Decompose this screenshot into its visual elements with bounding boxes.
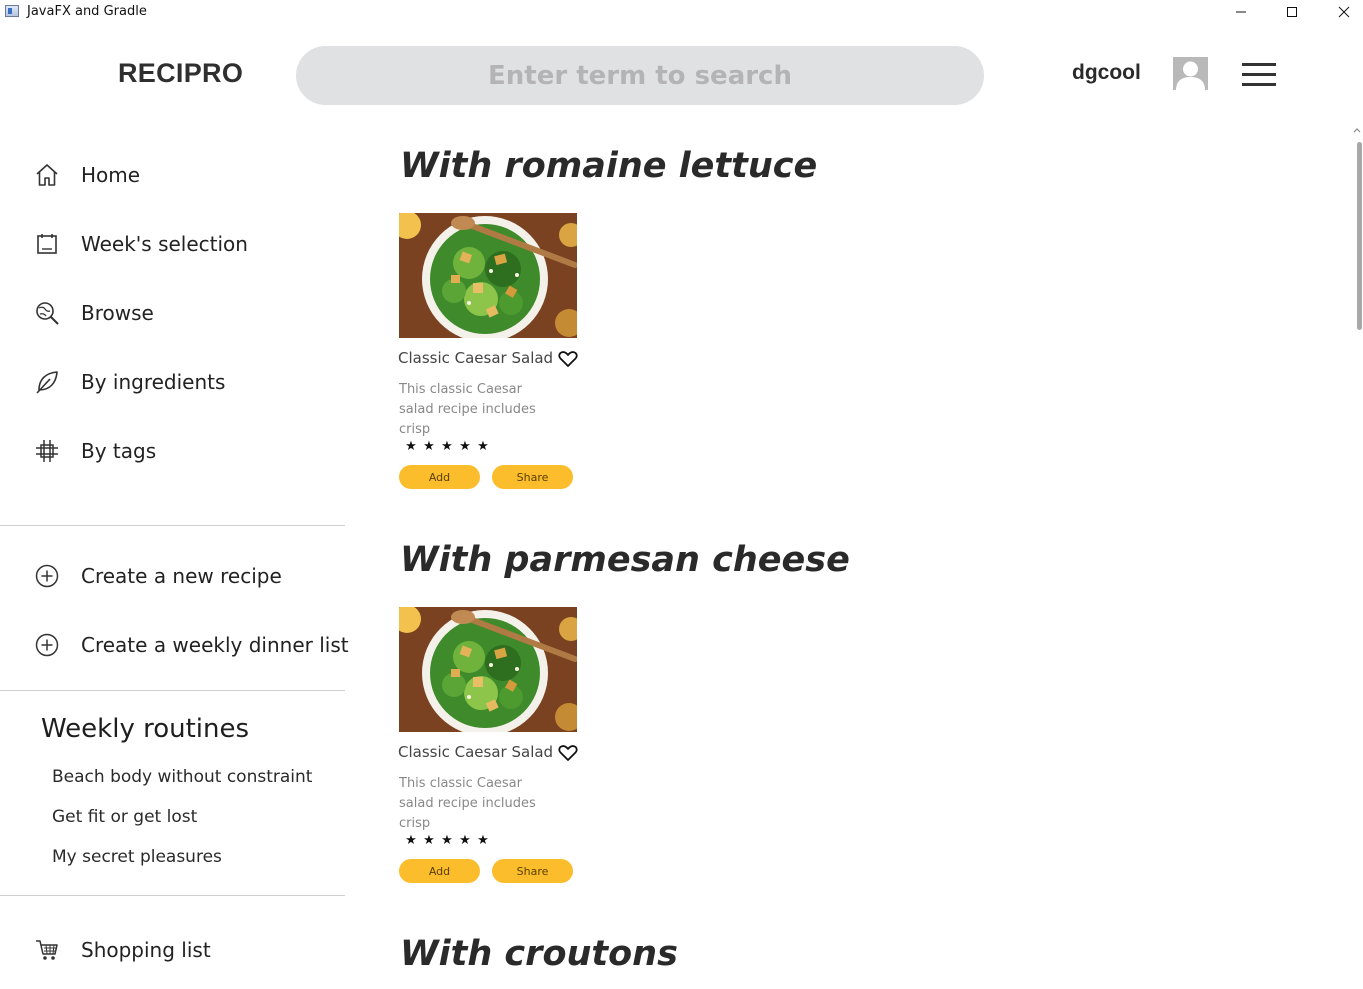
star-icon[interactable]: ★ (405, 833, 417, 846)
sidebar-item-label: Home (81, 163, 141, 187)
category-heading: With parmesan cheese (400, 540, 850, 580)
heart-icon (558, 351, 578, 367)
star-icon[interactable]: ★ (459, 439, 471, 452)
favorite-button[interactable] (558, 744, 578, 762)
hamburger-line (1242, 83, 1276, 86)
window-titlebar: JavaFX and Gradle (0, 0, 1363, 24)
sidebar-divider (0, 895, 345, 896)
browse-icon (33, 300, 60, 327)
plus-circle-icon (33, 563, 60, 590)
sidebar-item-weeks-selection[interactable]: Week's selection (33, 228, 248, 260)
close-icon (1338, 6, 1350, 18)
chevron-up-icon (1353, 128, 1361, 133)
category-heading: With croutons (400, 934, 678, 974)
sidebar-item-label: Create a weekly dinner list (81, 633, 349, 657)
sidebar-item-create-weekly-list[interactable]: Create a weekly dinner list (33, 629, 349, 661)
star-icon[interactable]: ★ (423, 833, 435, 846)
rating-stars[interactable]: ★ ★ ★ ★ ★ (405, 439, 489, 452)
scrollbar-thumb[interactable] (1357, 142, 1362, 330)
recipe-card[interactable]: Classic Caesar Salad This classic Caesar… (398, 213, 583, 493)
sidebar-item-by-ingredients[interactable]: By ingredients (33, 366, 225, 398)
star-icon[interactable]: ★ (405, 439, 417, 452)
sidebar-item-home[interactable]: Home (33, 159, 140, 191)
routine-item[interactable]: My secret pleasures (52, 847, 222, 867)
heart-icon (558, 745, 578, 761)
recipe-description: This classic Caesar salad recipe include… (399, 776, 536, 831)
sidebar-item-label: Week's selection (81, 232, 248, 256)
sidebar-divider (0, 690, 345, 691)
category-heading: With romaine lettuce (400, 146, 818, 186)
maximize-button[interactable] (1269, 0, 1315, 24)
sidebar-item-label: Browse (81, 301, 154, 325)
search-input[interactable] (296, 46, 984, 105)
sidebar-item-label: Shopping list (81, 938, 211, 962)
sidebar-item-label: By tags (81, 439, 157, 463)
routine-item[interactable]: Get fit or get lost (52, 807, 197, 827)
maximize-icon (1287, 7, 1297, 17)
sidebar-item-create-recipe[interactable]: Create a new recipe (33, 560, 282, 592)
star-icon[interactable]: ★ (477, 833, 489, 846)
weekly-routines-heading: Weekly routines (41, 714, 250, 744)
sidebar-divider (0, 525, 345, 526)
menu-button[interactable] (1241, 63, 1277, 87)
sidebar-item-label: By ingredients (81, 370, 226, 394)
sidebar-item-browse[interactable]: Browse (33, 297, 154, 329)
avatar[interactable] (1173, 57, 1208, 90)
home-icon (33, 162, 60, 189)
hashtag-icon (33, 438, 60, 465)
username[interactable]: dgcool (1072, 61, 1141, 85)
cart-icon (33, 937, 60, 964)
rating-stars[interactable]: ★ ★ ★ ★ ★ (405, 833, 489, 846)
sidebar-item-by-tags[interactable]: By tags (33, 435, 156, 467)
minimize-button[interactable] (1218, 0, 1264, 24)
share-button[interactable]: Share (492, 859, 573, 883)
recipe-description: This classic Caesar salad recipe include… (399, 382, 536, 437)
star-icon[interactable]: ★ (441, 439, 453, 452)
add-button[interactable]: Add (399, 859, 480, 883)
add-button[interactable]: Add (399, 465, 480, 489)
share-button[interactable]: Share (492, 465, 573, 489)
calendar-icon (33, 231, 60, 258)
recipe-title[interactable]: Classic Caesar Salad (398, 743, 553, 761)
recipe-title[interactable]: Classic Caesar Salad (398, 349, 553, 367)
star-icon[interactable]: ★ (459, 833, 471, 846)
sidebar-item-label: Create a new recipe (81, 564, 282, 588)
hamburger-line (1242, 73, 1276, 76)
minimize-icon (1236, 11, 1246, 13)
star-icon[interactable]: ★ (441, 833, 453, 846)
leaf-icon (33, 369, 60, 396)
sidebar-item-shopping-list[interactable]: Shopping list (33, 934, 211, 966)
hamburger-line (1242, 63, 1276, 66)
recipe-card[interactable]: Classic Caesar Salad This classic Caesar… (398, 607, 583, 887)
user-icon (1176, 61, 1205, 90)
scroll-up-arrow[interactable] (1352, 122, 1362, 133)
app-icon (5, 5, 19, 17)
star-icon[interactable]: ★ (477, 439, 489, 452)
routine-item[interactable]: Beach body without constraint (52, 767, 312, 787)
window-title: JavaFX and Gradle (27, 4, 147, 19)
recipe-image[interactable] (399, 607, 577, 732)
app-logo[interactable]: RECIPRO (118, 58, 243, 89)
favorite-button[interactable] (558, 350, 578, 368)
star-icon[interactable]: ★ (423, 439, 435, 452)
close-window-button[interactable] (1321, 0, 1363, 24)
plus-circle-icon (33, 632, 60, 659)
recipe-image[interactable] (399, 213, 577, 338)
